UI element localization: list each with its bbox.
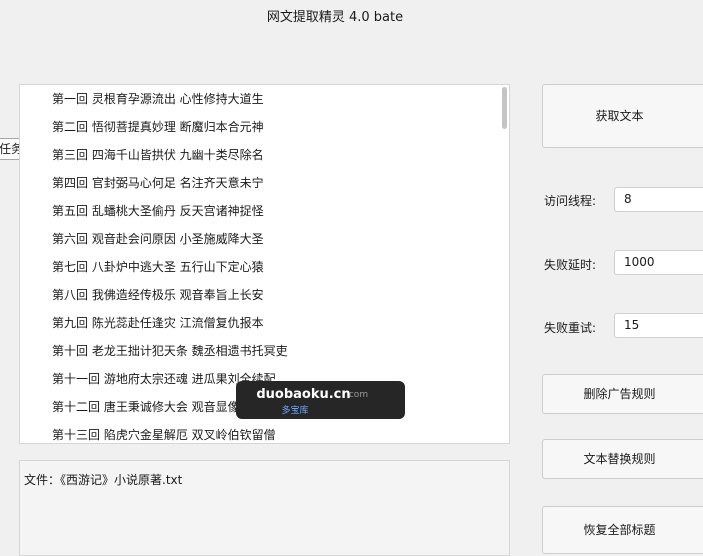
fail-retry-input[interactable]: 15	[614, 313, 703, 338]
fail-retry-label: 失败重试:	[544, 321, 597, 335]
watermark-sub-text: 多宝库	[281, 406, 309, 416]
restore-titles-button[interactable]: 恢复全部标题	[542, 506, 703, 554]
delete-ad-rules-label: 删除广告规则	[583, 387, 656, 401]
chapter-item[interactable]: 第三回 四海千山皆拱伏 九幽十类尽除名	[52, 147, 264, 163]
window-title: 网文提取精灵 4.0 bate	[266, 10, 404, 25]
watermark-com-text: .com	[346, 390, 369, 400]
chapter-item[interactable]: 第四回 官封弼马心何足 名注齐天意未宁	[52, 175, 264, 191]
fail-delay-input[interactable]: 1000	[614, 250, 703, 275]
chapter-item[interactable]: 第九回 陈光蕊赴任逢灾 江流僧复仇报本	[52, 315, 264, 331]
file-info-panel: 文件：《西游记》小说原著.txt	[19, 460, 510, 556]
chapter-item[interactable]: 第六回 观音赴会问原因 小圣施威降大圣	[52, 231, 264, 247]
fetch-text-label: 获取文本	[595, 109, 644, 123]
chapter-item[interactable]: 第十回 老龙王拙计犯天条 魏丞相遗书托冥吏	[52, 343, 288, 359]
text-replace-rules-button[interactable]: 文本替换规则	[542, 439, 703, 479]
fail-delay-label: 失败延时:	[544, 258, 597, 272]
chapter-item[interactable]: 第七回 八卦炉中逃大圣 五行山下定心猿	[52, 259, 264, 275]
threads-input[interactable]: 8	[614, 187, 703, 212]
delete-ad-rules-button[interactable]: 删除广告规则	[542, 374, 703, 414]
chapter-item[interactable]: 第十三回 陷虎穴金星解厄 双叉岭伯钦留僧	[52, 427, 276, 443]
chapter-item[interactable]: 第五回 乱蟠桃大圣偷丹 反天宫诸神捉怪	[52, 203, 264, 219]
restore-titles-label: 恢复全部标题	[583, 523, 656, 537]
chapter-item[interactable]: 第二回 悟彻菩提真妙理 断魔归本合元神	[52, 119, 264, 135]
chapter-item[interactable]: 第一回 灵根育孕源流出 心性修持大道生	[52, 91, 264, 107]
chapter-item[interactable]: 第八回 我佛造经传极乐 观音奉旨上长安	[52, 287, 264, 303]
threads-label: 访问线程:	[544, 194, 597, 208]
file-name-text: 文件：《西游记》小说原著.txt	[24, 473, 183, 487]
text-replace-rules-label: 文本替换规则	[583, 452, 656, 466]
list-scrollbar-thumb[interactable]	[502, 87, 507, 129]
watermark-overlay: duobaoku.cn .com 多宝库	[236, 381, 405, 419]
fetch-text-button[interactable]: 获取文本	[542, 84, 703, 148]
